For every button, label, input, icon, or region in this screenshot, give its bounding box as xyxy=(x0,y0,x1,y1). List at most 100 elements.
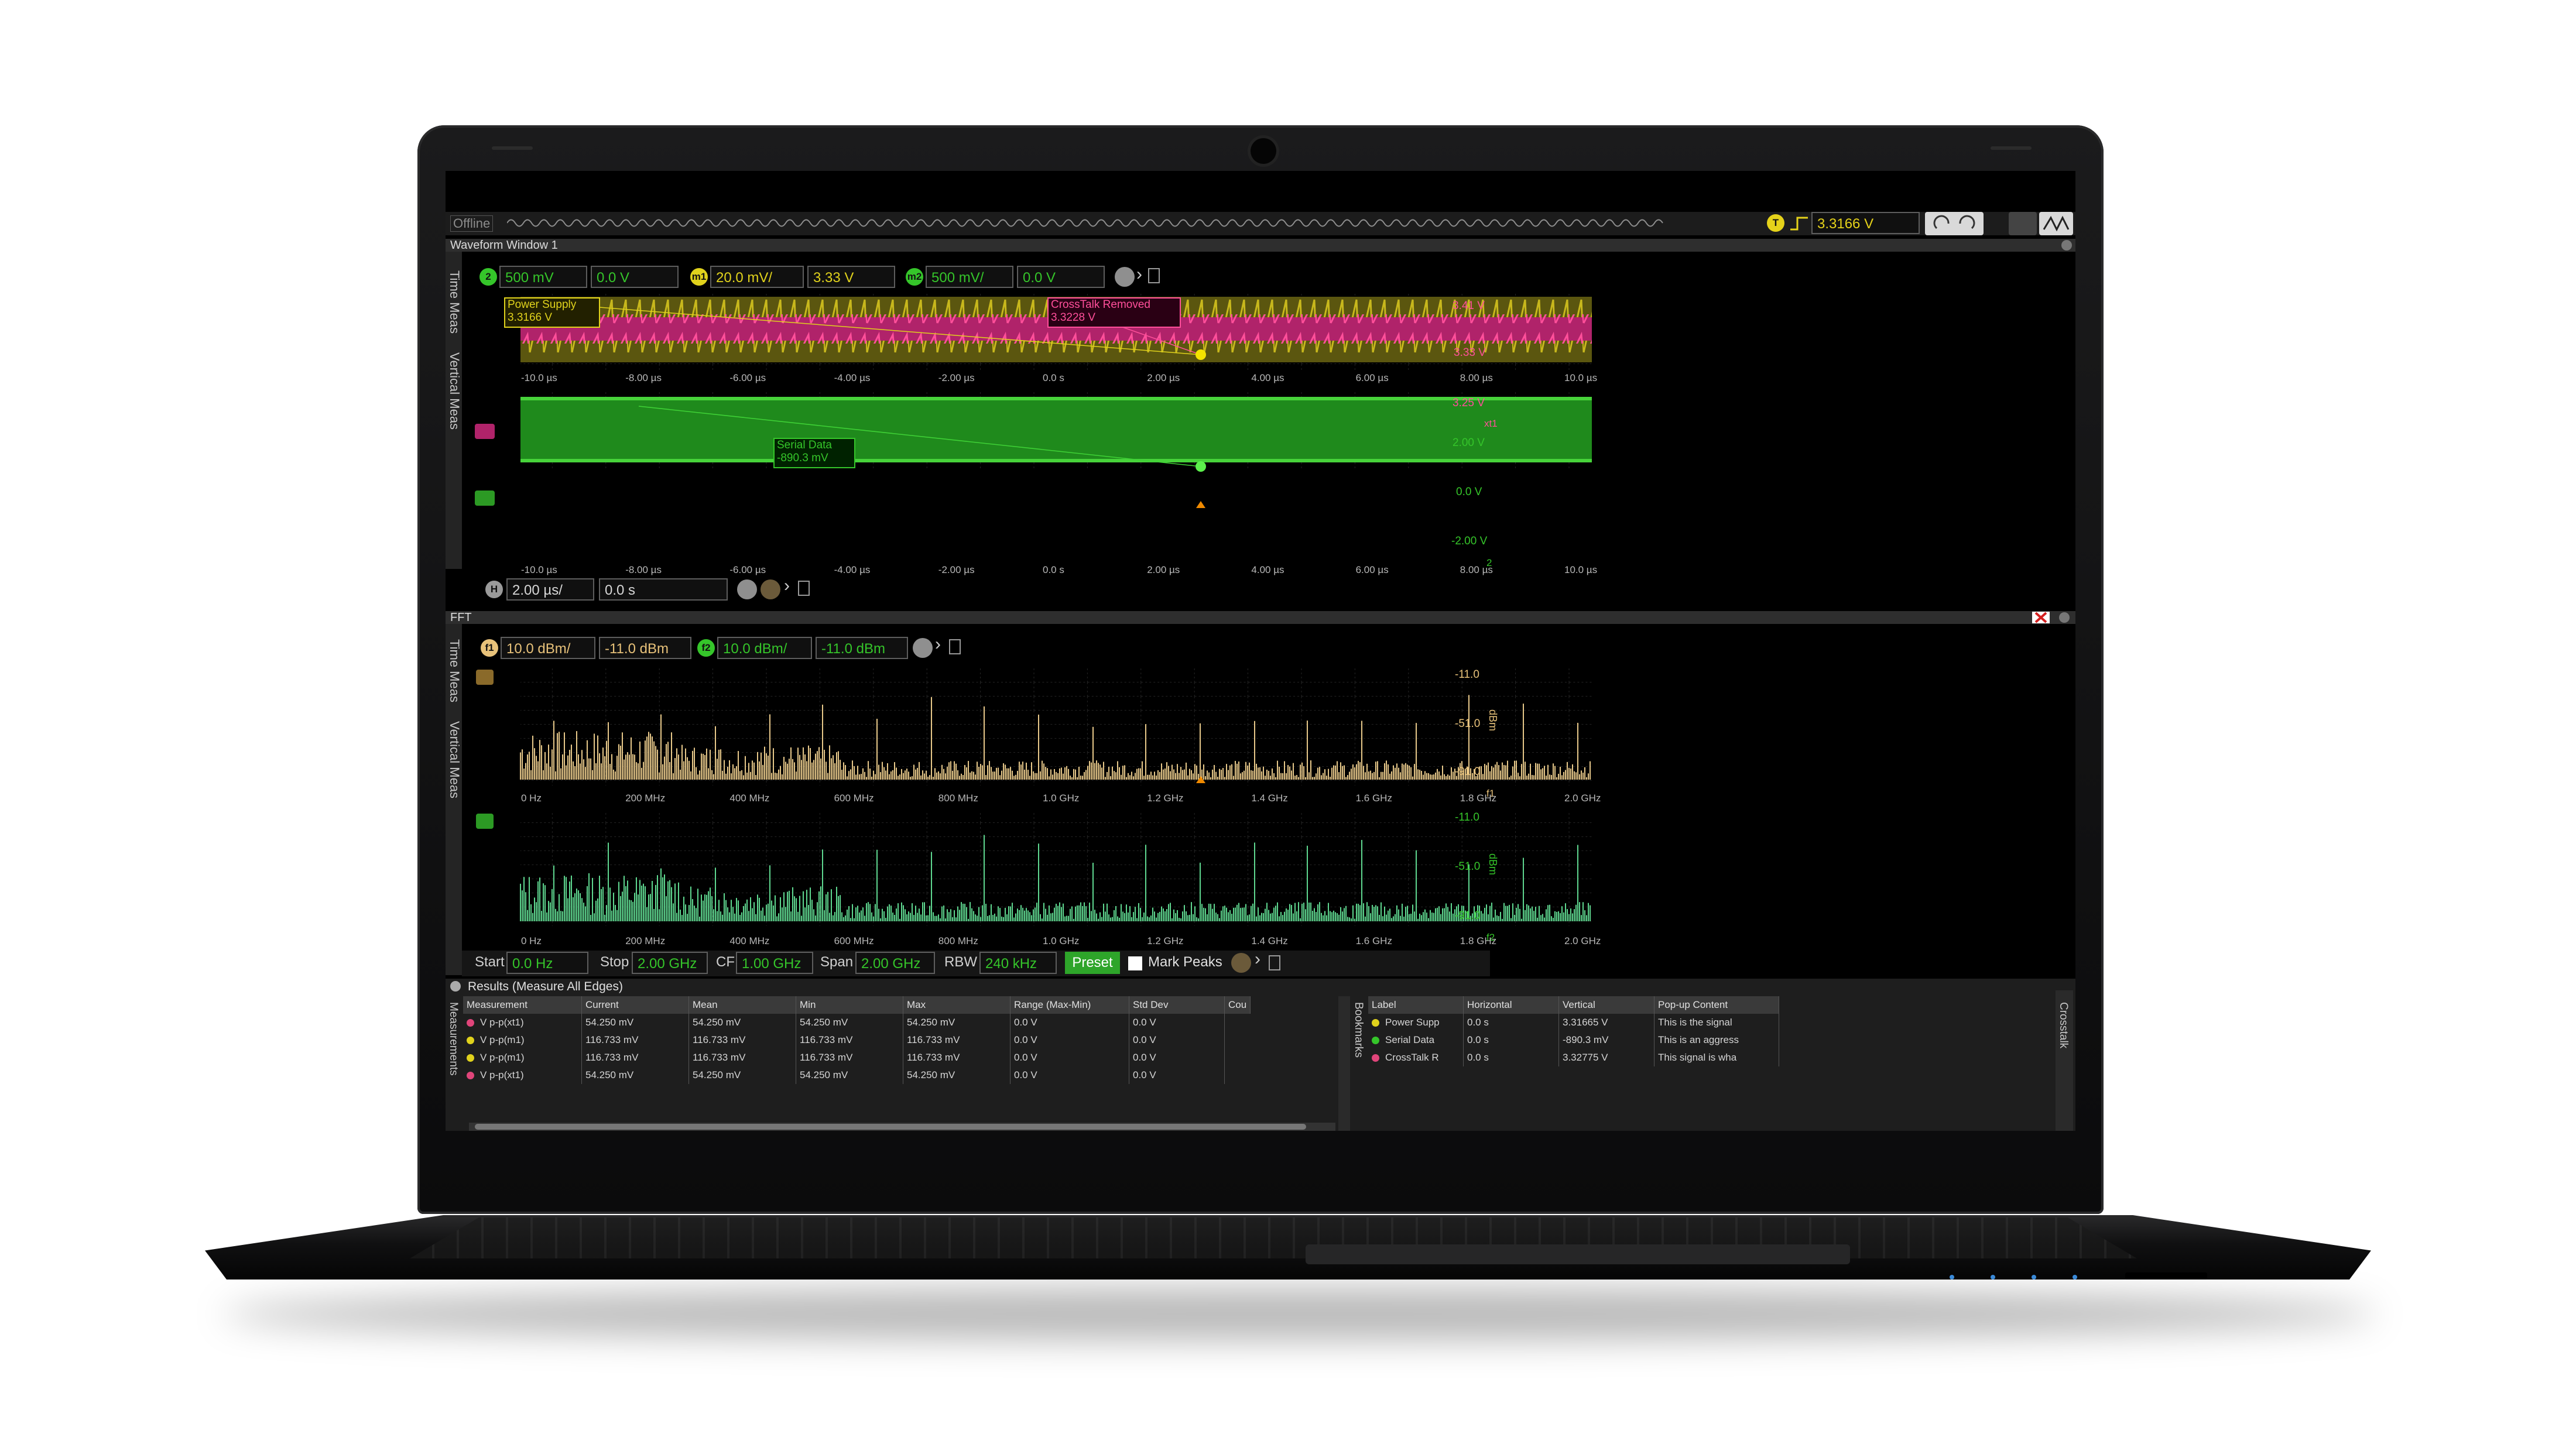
add-signal-icon[interactable] xyxy=(913,638,933,658)
pin-icon[interactable] xyxy=(1148,268,1160,283)
table-row[interactable]: V p-p(xt1) 54.250 mV 54.250 mV 54.250 mV 54.… xyxy=(463,1014,1251,1031)
fft-1-scale[interactable]: 10.0 dBm/ xyxy=(501,637,595,659)
table-row[interactable]: V p-p(m1) 116.733 mV 116.733 mV 116.733 mV 1… xyxy=(463,1049,1251,1066)
channel-2-chip[interactable]: 2 xyxy=(479,268,497,286)
stop-frequency-field[interactable]: 2.00 GHz xyxy=(632,952,708,974)
tab-bookmarks[interactable]: Bookmarks xyxy=(1352,1002,1365,1058)
power-supply-marker[interactable] xyxy=(1195,349,1206,360)
column-header[interactable]: Cou xyxy=(1224,996,1251,1014)
laptop-shadow xyxy=(222,1288,2377,1340)
math-2-chip[interactable]: m2 xyxy=(906,268,923,286)
start-frequency-field[interactable]: 0.0 Hz xyxy=(506,952,588,974)
axis-tick-label: 2.0 GHz xyxy=(1564,935,1601,946)
zoom-icon[interactable] xyxy=(737,579,757,599)
tab-measurements[interactable]: Measurements xyxy=(447,1002,460,1076)
serial-data-label[interactable]: Serial Data -890.3 mV xyxy=(773,438,855,468)
serial-channel-handle[interactable] xyxy=(475,490,495,506)
column-header[interactable]: Mean xyxy=(688,996,796,1014)
cell-text: 54.250 mV xyxy=(585,1069,634,1080)
table-row[interactable]: Power Supp 0.0 s 3.31665 V This is the sign… xyxy=(1368,1014,1779,1031)
pin-icon[interactable] xyxy=(949,639,961,654)
crosstalk-label[interactable]: CrossTalk Removed 3.3228 V xyxy=(1047,297,1181,328)
math-1-chip[interactable]: m1 xyxy=(690,268,708,286)
channel-2-scale[interactable]: 500 mV xyxy=(499,266,587,288)
close-fft-button[interactable] xyxy=(2032,612,2050,623)
cell-text: V p-p(m1) xyxy=(480,1034,525,1045)
column-header[interactable]: Label xyxy=(1368,996,1464,1014)
add-signal-icon[interactable] xyxy=(1115,267,1135,287)
rbw-field[interactable]: 240 kHz xyxy=(979,952,1057,974)
fft-2-handle[interactable] xyxy=(476,814,494,829)
column-header[interactable]: Std Dev xyxy=(1129,996,1225,1014)
status-led xyxy=(2032,1275,2036,1280)
cell-text: 0.0 V xyxy=(1133,1017,1156,1028)
axis-tick-label: -10.0 µs xyxy=(521,372,557,383)
more-arrow-icon[interactable]: › xyxy=(784,576,790,596)
fft-2-chip[interactable]: f2 xyxy=(697,639,715,657)
column-header[interactable]: Pop-up Content xyxy=(1654,996,1779,1014)
column-header[interactable]: Current xyxy=(581,996,689,1014)
fft-2-scale[interactable]: 10.0 dBm/ xyxy=(717,637,812,659)
tab-crosstalk[interactable]: Crosstalk xyxy=(2057,1002,2070,1048)
math-1-offset[interactable]: 3.33 V xyxy=(807,266,895,288)
window-menu-button[interactable] xyxy=(2061,240,2072,251)
pin-icon[interactable] xyxy=(1269,955,1280,970)
series-color-dot xyxy=(1372,1019,1379,1027)
power-supply-label[interactable]: Power Supply 3.3166 V xyxy=(504,297,600,328)
fft-1-chip[interactable]: f1 xyxy=(481,639,498,657)
table-cell: 116.733 mV xyxy=(581,1031,689,1049)
preset-button[interactable]: Preset xyxy=(1065,952,1120,974)
more-arrow-icon[interactable]: › xyxy=(1255,949,1260,969)
gear-icon[interactable] xyxy=(450,981,461,992)
cell-text: 54.250 mV xyxy=(693,1069,741,1080)
vertical-scrollbar[interactable] xyxy=(1338,996,1350,1131)
toolbar-button[interactable] xyxy=(2009,212,2037,235)
table-cell: 54.250 mV xyxy=(903,1066,1010,1084)
column-header[interactable]: Measurement xyxy=(463,996,582,1014)
auto-scale-button[interactable] xyxy=(2039,212,2073,235)
fft-1-handle[interactable] xyxy=(476,670,494,685)
trigger-chip[interactable]: T xyxy=(1767,214,1784,232)
mark-peaks-checkbox[interactable] xyxy=(1128,956,1142,970)
time-offset-field[interactable]: 0.0 s xyxy=(599,578,728,601)
timebase-field[interactable]: 2.00 µs/ xyxy=(506,578,594,601)
center-frequency-field[interactable]: 1.00 GHz xyxy=(736,952,813,974)
table-row[interactable]: Serial Data 0.0 s -890.3 mV This is an aggr… xyxy=(1368,1031,1779,1049)
column-header[interactable]: Max xyxy=(903,996,1010,1014)
column-header[interactable]: Vertical xyxy=(1558,996,1654,1014)
table-cell: 3.31665 V xyxy=(1558,1014,1654,1031)
horizontal-scrollbar[interactable] xyxy=(469,1123,1335,1131)
table-row[interactable]: V p-p(m1) 116.733 mV 116.733 mV 116.733 mV 1… xyxy=(463,1031,1251,1049)
table-row[interactable]: CrossTalk R 0.0 s 3.32775 V This signal is … xyxy=(1368,1049,1779,1066)
serial-data-marker[interactable] xyxy=(1195,461,1206,472)
axis-tick-label: 0.0 s xyxy=(1043,372,1064,383)
fft-2-offset[interactable]: -11.0 dBm xyxy=(816,637,908,659)
math-2-offset[interactable]: 0.0 V xyxy=(1017,266,1105,288)
settings-icon[interactable] xyxy=(1231,953,1251,973)
pin-icon[interactable] xyxy=(798,581,810,596)
column-header[interactable]: Min xyxy=(796,996,903,1014)
span-field[interactable]: 2.00 GHz xyxy=(855,952,935,974)
cell-text: 3.31665 V xyxy=(1563,1017,1608,1028)
fft-1-offset[interactable]: -11.0 dBm xyxy=(599,637,691,659)
trigger-level-field[interactable]: 3.3166 V xyxy=(1811,212,1920,234)
column-header[interactable]: Range (Max-Min) xyxy=(1010,996,1129,1014)
timebase-chip[interactable]: H xyxy=(485,581,503,598)
undo-redo-button[interactable] xyxy=(1925,212,1984,235)
math-1-scale[interactable]: 20.0 mV/ xyxy=(710,266,804,288)
axis-tick-label: 8.00 µs xyxy=(1460,372,1493,383)
table-row[interactable]: V p-p(xt1) 54.250 mV 54.250 mV 54.250 mV 54.… xyxy=(463,1066,1251,1084)
channel-2-offset[interactable]: 0.0 V xyxy=(591,266,679,288)
status-led xyxy=(1991,1275,1995,1280)
math-2-scale[interactable]: 500 mV/ xyxy=(926,266,1013,288)
window-menu-button[interactable] xyxy=(2059,612,2070,623)
more-arrow-icon[interactable]: › xyxy=(935,634,941,654)
crosstalk-value: 3.3228 V xyxy=(1051,311,1096,324)
crosstalk-channel-handle[interactable] xyxy=(475,424,495,439)
scrollbar-thumb[interactable] xyxy=(475,1124,1306,1130)
more-arrow-icon[interactable]: › xyxy=(1136,265,1142,284)
column-header[interactable]: Horizontal xyxy=(1463,996,1559,1014)
axis-tick-label: 2.00 µs xyxy=(1147,564,1180,575)
settings-icon[interactable] xyxy=(761,579,780,599)
axis-tick-label: 400 MHz xyxy=(729,793,770,804)
